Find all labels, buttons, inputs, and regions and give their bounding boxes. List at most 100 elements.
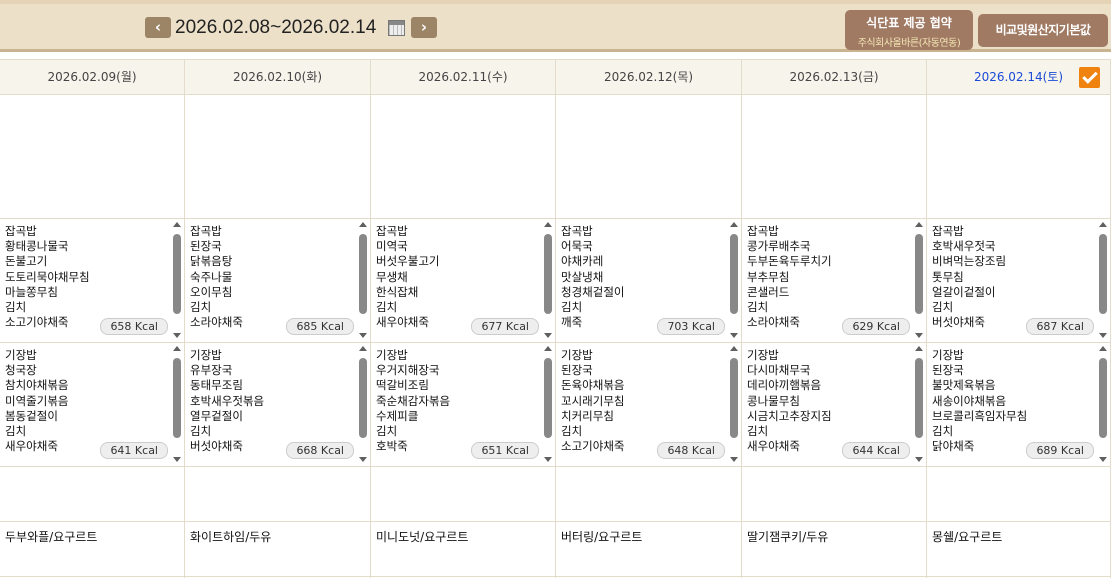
scroll-down-icon[interactable] [173, 457, 181, 462]
menu-scrollbar[interactable] [730, 346, 739, 462]
menu-item: 미역줄기볶음 [5, 393, 69, 408]
scroll-down-icon[interactable] [915, 333, 923, 338]
day-header[interactable]: 2026.02.14(토) [927, 59, 1110, 95]
menu-item: 수제피클 [376, 408, 419, 423]
week-toolbar: ‹ 2026.02.08~2026.02.14 › 식단표 제공 협약 주식회사… [0, 0, 1111, 52]
scroll-thumb[interactable] [359, 358, 367, 438]
calendar-icon[interactable] [388, 20, 405, 36]
scroll-down-icon[interactable] [359, 333, 367, 338]
menu-scrollbar[interactable] [173, 346, 182, 462]
agreement-subtitle: 주식회사올바른(자동연동) [857, 38, 961, 49]
menu-item: 소라야채죽 [747, 315, 800, 330]
menu-item: 된장국 [932, 363, 964, 378]
scroll-up-icon[interactable] [1099, 222, 1107, 227]
menu-item: 콩가루배추국 [747, 239, 811, 254]
menu-scrollbar[interactable] [915, 222, 924, 338]
menu-item: 떡갈비조림 [376, 378, 429, 393]
lunch-menu-list: 잡곡밥 콩가루배추국 두부돈육두루치기 부추무침 콘샐러드 김치 소라야채죽 [747, 224, 832, 330]
next-week-button[interactable]: › [411, 17, 437, 38]
day-header[interactable]: 2026.02.11(수) [371, 59, 555, 95]
scroll-down-icon[interactable] [730, 333, 738, 338]
menu-scrollbar[interactable] [730, 222, 739, 338]
checked-checkbox-icon[interactable] [1079, 67, 1100, 88]
scroll-up-icon[interactable] [359, 346, 367, 351]
menu-item: 청국장 [5, 363, 37, 378]
menu-item: 청경채겉절이 [561, 284, 625, 299]
scroll-thumb[interactable] [915, 358, 923, 438]
menu-scrollbar[interactable] [544, 222, 553, 338]
day-column: 2026.02.10(화) 잡곡밥 된장국 닭볶음탕 숙주나물 오이무침 김치 소라야채죽 68… [185, 59, 371, 578]
scroll-down-icon[interactable] [173, 333, 181, 338]
menu-item: 죽순채감자볶음 [376, 393, 451, 408]
scroll-thumb[interactable] [544, 234, 552, 314]
dinner-cell: 기장밥 된장국 돈육야채볶음 꼬시래기무침 치커리무침 김치 소고기야채죽 648 Kcal [556, 343, 741, 467]
scroll-up-icon[interactable] [730, 346, 738, 351]
menu-item: 돈불고기 [5, 254, 48, 269]
scroll-thumb[interactable] [915, 234, 923, 314]
scroll-up-icon[interactable] [730, 222, 738, 227]
scroll-down-icon[interactable] [1099, 333, 1107, 338]
menu-item: 황태콩나물국 [5, 239, 69, 254]
scroll-thumb[interactable] [1099, 358, 1107, 438]
meal-plan-agreement-button[interactable]: 식단표 제공 협약 주식회사올바른(자동연동) [845, 10, 973, 50]
scroll-down-icon[interactable] [1099, 457, 1107, 462]
scroll-thumb[interactable] [359, 234, 367, 314]
menu-item: 브로콜리흑임자무침 [932, 408, 1028, 423]
menu-item: 버섯야채죽 [932, 315, 985, 330]
menu-item: 기장밥 [932, 348, 964, 362]
empty-slot-cell [371, 467, 555, 522]
scroll-down-icon[interactable] [544, 457, 552, 462]
scroll-up-icon[interactable] [173, 222, 181, 227]
scroll-up-icon[interactable] [544, 346, 552, 351]
scroll-thumb[interactable] [1099, 234, 1107, 314]
scroll-up-icon[interactable] [1099, 346, 1107, 351]
menu-item: 호박죽 [376, 439, 408, 454]
scroll-down-icon[interactable] [730, 457, 738, 462]
day-header[interactable]: 2026.02.12(목) [556, 59, 741, 95]
menu-item: 잡곡밥 [190, 224, 222, 238]
menu-item: 우거지해장국 [376, 363, 440, 378]
menu-scrollbar[interactable] [359, 346, 368, 462]
menu-item: 기장밥 [747, 348, 779, 362]
menu-item: 닭볶음탕 [190, 254, 233, 269]
scroll-up-icon[interactable] [359, 222, 367, 227]
menu-item: 된장국 [561, 363, 593, 378]
scroll-thumb[interactable] [730, 234, 738, 314]
scroll-up-icon[interactable] [915, 222, 923, 227]
day-header[interactable]: 2026.02.10(화) [185, 59, 370, 95]
scroll-up-icon[interactable] [915, 346, 923, 351]
menu-scrollbar[interactable] [544, 346, 553, 462]
lunch-cell: 잡곡밥 호박새우젓국 비벼먹는장조림 톳무침 얼갈이겉절이 김치 버섯야채죽 687 Kcal [927, 219, 1110, 343]
day-header[interactable]: 2026.02.09(월) [0, 59, 184, 95]
scroll-thumb[interactable] [730, 358, 738, 438]
scroll-thumb[interactable] [173, 234, 181, 314]
day-column: 2026.02.12(목) 잡곡밥 어묵국 야채카레 맛살냉채 청경채겉절이 김치 깨죽 703… [556, 59, 742, 578]
prev-week-button[interactable]: ‹ [145, 17, 171, 38]
menu-item: 시금치고추장지짐 [747, 408, 832, 423]
scroll-down-icon[interactable] [359, 457, 367, 462]
scroll-up-icon[interactable] [173, 346, 181, 351]
day-date-label: 2026.02.10(화) [232, 70, 323, 84]
menu-scrollbar[interactable] [1099, 346, 1108, 462]
scroll-up-icon[interactable] [544, 222, 552, 227]
compare-origin-button[interactable]: 비교및원산지기본값 [978, 14, 1108, 47]
menu-item: 새우야채죽 [5, 439, 58, 454]
lunch-cell: 잡곡밥 콩가루배추국 두부돈육두루치기 부추무침 콘샐러드 김치 소라야채죽 629 Kcal [742, 219, 926, 343]
scroll-thumb[interactable] [544, 358, 552, 438]
kcal-badge: 677 Kcal [471, 318, 539, 335]
menu-scrollbar[interactable] [359, 222, 368, 338]
day-column: 2026.02.14(토) 잡곡밥 호박새우젓국 비벼먹는장조림 톳무침 얼갈이겉절이 김치… [927, 59, 1111, 578]
day-header[interactable]: 2026.02.13(금) [742, 59, 926, 95]
scroll-thumb[interactable] [173, 358, 181, 438]
menu-item: 잡곡밥 [932, 224, 964, 238]
menu-scrollbar[interactable] [1099, 222, 1108, 338]
kcal-badge: 685 Kcal [286, 318, 354, 335]
menu-item: 소라야채죽 [190, 315, 243, 330]
kcal-badge: 668 Kcal [286, 442, 354, 459]
dinner-menu-list: 기장밥 된장국 돈육야채볶음 꼬시래기무침 치커리무침 김치 소고기야채죽 [561, 348, 624, 454]
menu-scrollbar[interactable] [915, 346, 924, 462]
menu-item: 김치 [190, 300, 212, 315]
menu-scrollbar[interactable] [173, 222, 182, 338]
scroll-down-icon[interactable] [544, 333, 552, 338]
scroll-down-icon[interactable] [915, 457, 923, 462]
